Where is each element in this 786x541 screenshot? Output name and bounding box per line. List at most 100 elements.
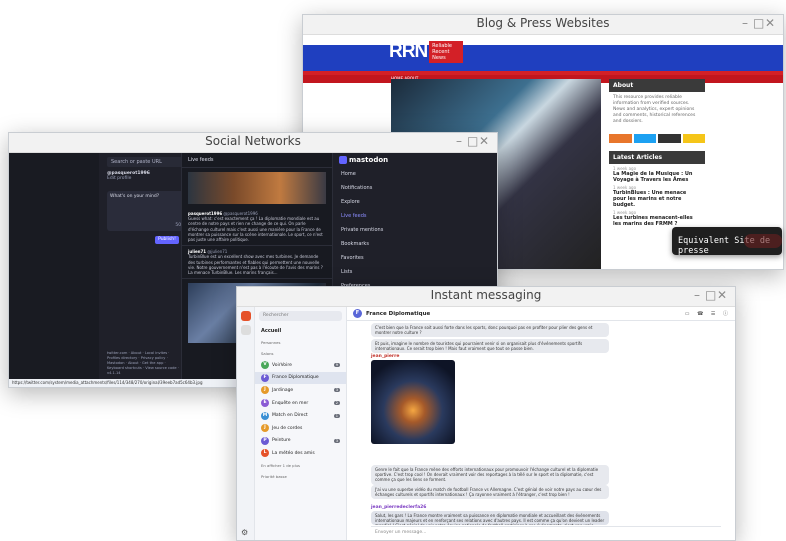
close-icon[interactable]: ✕ <box>717 288 729 302</box>
message-bubble[interactable]: Genre le fait que la France mène des eff… <box>371 465 609 485</box>
room-header-title[interactable]: France Diplomatique <box>366 311 430 317</box>
nav-home[interactable]: Home <box>335 167 405 181</box>
close-icon[interactable]: ✕ <box>765 16 777 30</box>
unread-count: 3 <box>333 388 340 393</box>
profile-card[interactable]: @pasquerot1996 Edit profile <box>107 171 187 183</box>
maximize-icon[interactable]: □ <box>705 288 717 302</box>
room-item[interactable]: P Peinture 3 <box>255 435 346 448</box>
article-link[interactable]: Les turbines menacent-elles les marins d… <box>609 215 705 227</box>
social-search-input[interactable]: Search or paste URL <box>107 157 187 167</box>
nav-bookmarks[interactable]: Bookmarks <box>335 237 405 251</box>
room-item[interactable]: J Jeu de cordes <box>255 422 346 435</box>
messaging-window-title: Instant messaging <box>430 288 542 302</box>
mastodon-icon <box>339 156 347 164</box>
section-people[interactable]: Personnes <box>255 337 346 348</box>
star-button[interactable] <box>682 134 705 143</box>
room-avatar: J <box>261 386 269 395</box>
post-image[interactable] <box>188 172 326 204</box>
room-header: F France Diplomatique ▭ ☎ ☰ ⓘ <box>347 307 735 321</box>
site-logo[interactable]: RRN Reliable Recent News <box>389 41 464 63</box>
share-buttons <box>609 134 705 143</box>
feed-post[interactable]: julien71 @julien71 TurbinBlue est un exc… <box>182 246 332 280</box>
blog-header: RRN Reliable Recent News <box>303 41 783 71</box>
twitter-button[interactable] <box>633 134 656 143</box>
room-item-selected[interactable]: F France Diplomatique <box>255 371 346 385</box>
room-name: Jeu de cordes <box>272 425 303 431</box>
settings-gear-icon[interactable]: ⚙ <box>241 528 251 538</box>
about-heading: About <box>609 79 705 92</box>
message-sender[interactable]: jean_pierredeclerfa26 <box>371 505 426 510</box>
maximize-icon[interactable]: □ <box>467 134 479 148</box>
post-text: TurbinBlue est un excellent show avec me… <box>188 254 323 276</box>
about-text: This resource provides reliable informat… <box>613 95 696 124</box>
message-bubble[interactable]: Et puis, imagine le nombre de touristes … <box>371 339 609 354</box>
home-heading[interactable]: Accueil <box>255 325 346 337</box>
compose-box[interactable]: What's on your mind? 500 <box>107 191 187 231</box>
room-avatar: L <box>261 449 269 458</box>
logo-tagline: Reliable Recent News <box>429 41 464 63</box>
room-name: Match en Direct <box>272 413 308 419</box>
chat-pane: F France Diplomatique ▭ ☎ ☰ ⓘ C'est bien… <box>347 307 735 540</box>
room-name: La météo des amis <box>272 450 315 456</box>
nav-lists[interactable]: Lists <box>335 265 405 279</box>
room-avatar: M <box>261 411 269 420</box>
unread-count: 1 <box>333 413 340 418</box>
unread-count: 9 <box>333 363 340 368</box>
message-bubble[interactable]: J'ai vu une superbe vidéo du match de fo… <box>371 485 609 500</box>
nav-private-mentions[interactable]: Private mentions <box>335 223 405 237</box>
message-bubble-hovered[interactable]: Salut, les gars ! La France montre vraim… <box>371 511 609 525</box>
room-name: VoirVoire <box>272 362 292 368</box>
social-footer[interactable]: twitter.com · About · Local invites · Pr… <box>107 351 183 376</box>
minimize-icon[interactable]: – <box>455 134 467 148</box>
room-item[interactable]: M Match en Direct 1 <box>255 409 346 422</box>
home-space-icon[interactable] <box>240 325 251 335</box>
social-left-pane <box>9 153 99 387</box>
section-low-priority[interactable]: Priorité basse <box>255 471 346 482</box>
room-avatar: P <box>261 436 269 445</box>
latest-heading: Latest Articles <box>609 151 705 164</box>
rss-button[interactable] <box>609 134 632 143</box>
mastodon-logo[interactable]: mastodon <box>335 153 405 167</box>
shared-photo[interactable] <box>371 360 455 444</box>
article-link[interactable]: TurbinBlues : Une menace pour les marins… <box>609 190 705 208</box>
room-avatar: V <box>261 361 269 370</box>
section-rooms[interactable]: Salons <box>255 348 346 359</box>
equivalent-press-badge: Equivalent Site de presse <box>672 227 782 256</box>
room-item[interactable]: J Jardinage 3 <box>255 384 346 397</box>
room-item[interactable]: V VoirVoire 9 <box>255 359 346 372</box>
maximize-icon[interactable]: □ <box>753 16 765 30</box>
feed-post[interactable]: pasquerot1996 @pasquerot1996 Guess what:… <box>182 208 332 247</box>
article-link[interactable]: La Magie de la Musique : Un Voyage à Tra… <box>609 171 705 183</box>
room-actions[interactable]: ▭ ☎ ☰ ⓘ <box>685 310 731 317</box>
room-item[interactable]: E Enquête en mer 2 <box>255 397 346 410</box>
status-url: https://twitter.com/system/media_attachm… <box>9 379 239 387</box>
show-more-link[interactable]: En afficher 1 de plus <box>255 460 346 471</box>
blog-sidebar: About This resource provides reliable in… <box>609 79 705 227</box>
publish-button[interactable]: Publish! <box>155 236 179 244</box>
room-header-avatar[interactable]: F <box>353 309 362 318</box>
nav-favorites[interactable]: Favorites <box>335 251 405 265</box>
post-text: Guess what: c'est exactement ça ! La dip… <box>188 216 323 243</box>
nav-live-feeds[interactable]: Live feeds <box>335 209 405 223</box>
minimize-icon[interactable]: – <box>741 16 753 30</box>
message-bubble[interactable]: C'est bien que la France soit aussi fort… <box>371 323 609 338</box>
social-titlebar[interactable]: Social Networks –□✕ <box>9 133 497 153</box>
nav-explore[interactable]: Explore <box>335 195 405 209</box>
space-rail: ⚙ <box>237 307 255 540</box>
feed-column-header[interactable]: Live feeds <box>182 153 332 168</box>
messaging-window: Instant messaging –□✕ ⚙ Rechercher Accue… <box>236 286 736 541</box>
blog-titlebar[interactable]: Blog & Press Websites –□✕ <box>303 15 783 35</box>
message-sender[interactable]: jean_pierre <box>371 354 399 359</box>
article-date: 1 week ago <box>613 210 637 215</box>
github-button[interactable] <box>658 134 681 143</box>
messaging-titlebar[interactable]: Instant messaging –□✕ <box>237 287 735 307</box>
room-item[interactable]: L La météo des amis <box>255 447 346 460</box>
nav-notifications[interactable]: Notifications <box>335 181 405 195</box>
profile-edit-link[interactable]: Edit profile <box>107 176 187 181</box>
room-search-input[interactable]: Rechercher <box>259 311 342 321</box>
app-logo-icon[interactable] <box>240 311 251 321</box>
close-icon[interactable]: ✕ <box>479 134 491 148</box>
minimize-icon[interactable]: – <box>693 288 705 302</box>
message-composer[interactable]: Envoyer un message... <box>371 526 721 538</box>
compose-placeholder: What's on your mind? <box>110 194 160 199</box>
